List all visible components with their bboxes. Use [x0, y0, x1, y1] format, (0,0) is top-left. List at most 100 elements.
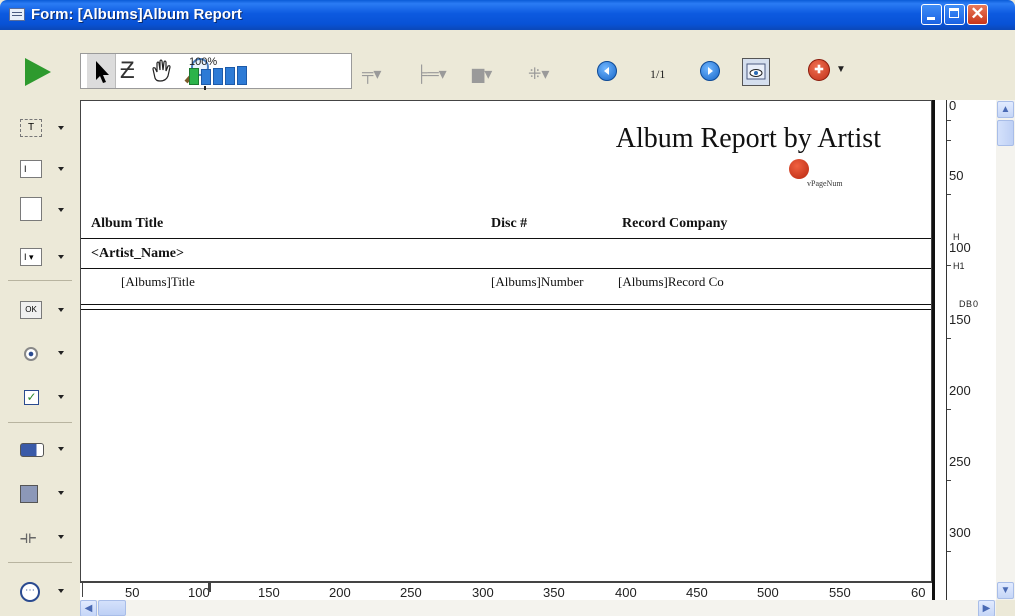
- plugin-tool-icon: ⋯: [20, 582, 40, 602]
- ruler-tick: [947, 140, 951, 141]
- maximize-button[interactable]: [944, 4, 965, 25]
- zoom-step[interactable]: [237, 66, 247, 85]
- plugin-tool-button[interactable]: ⋯: [20, 578, 80, 606]
- ruler-tick: [947, 551, 951, 552]
- previous-page-button[interactable]: [597, 61, 617, 81]
- detail-marker-label[interactable]: D: [959, 299, 966, 309]
- entry-order-icon: Ƶ: [120, 57, 135, 84]
- report-title[interactable]: Album Report by Artist: [616, 123, 881, 155]
- button-tool-button[interactable]: OK: [20, 297, 80, 325]
- checkbox-tool-button[interactable]: ✓: [20, 384, 80, 412]
- horizontal-scrollbar[interactable]: ◀ ▶: [80, 600, 996, 616]
- resize-grip[interactable]: [996, 600, 1015, 616]
- list-tool-button[interactable]: [20, 197, 80, 225]
- right-margin-line[interactable]: [932, 100, 935, 600]
- help-icon[interactable]: ✚: [808, 59, 830, 81]
- vertical-ruler: 0 50 100 150 200 250 300 H H1 D B 0: [946, 100, 997, 600]
- palette-divider: [8, 422, 72, 423]
- page-indicator: 1/1: [650, 67, 666, 81]
- hand-tool-button[interactable]: [147, 54, 177, 88]
- grid-icon[interactable]: ⁜▾: [528, 64, 549, 84]
- field-tool-button[interactable]: I: [20, 156, 80, 184]
- ruler-label: 150: [258, 585, 280, 600]
- radio-tool-button[interactable]: [20, 340, 80, 368]
- combo-tool-button[interactable]: I ▾: [20, 244, 80, 272]
- ruler-label: 60: [911, 585, 926, 600]
- horizontal-ruler: 50 100 150 200 250 300 350 400 450 500 5…: [80, 582, 932, 601]
- minimize-button[interactable]: [921, 4, 942, 25]
- progress-tool-icon: [20, 443, 44, 457]
- rectangle-tool-button[interactable]: [20, 480, 80, 508]
- break-divider[interactable]: [81, 268, 931, 269]
- chevron-down-icon: [58, 351, 64, 355]
- rectangle-tool-icon: [20, 485, 38, 503]
- detail-divider[interactable]: [81, 304, 931, 305]
- pointer-tool-button[interactable]: [87, 54, 116, 88]
- form-design-area[interactable]: Album Report by Artist vPageNum Album Ti…: [80, 100, 932, 582]
- header-marker-label[interactable]: H: [953, 232, 960, 242]
- vertical-scrollbar[interactable]: ▲ ▼: [996, 100, 1015, 600]
- form-window-icon: [9, 8, 25, 21]
- zoom-marker: [204, 86, 206, 90]
- break-marker-label[interactable]: B: [966, 299, 972, 309]
- object-method-icon: [789, 159, 809, 179]
- header-disc[interactable]: Disc #: [491, 216, 527, 232]
- zoom-step[interactable]: [201, 69, 211, 85]
- chevron-down-icon: [58, 447, 64, 451]
- scroll-left-button[interactable]: ◀: [80, 600, 97, 616]
- text-tool-button[interactable]: T: [20, 115, 80, 143]
- ruler-marker[interactable]: [208, 583, 211, 592]
- progress-tool-button[interactable]: [20, 436, 80, 464]
- group-artist-name[interactable]: <Artist_Name>: [91, 246, 184, 262]
- zoom-step[interactable]: [189, 68, 199, 85]
- entry-order-button[interactable]: Ƶ: [117, 54, 143, 88]
- field-album-number[interactable]: [Albums]Number: [491, 274, 583, 290]
- palette-divider: [8, 562, 72, 563]
- header-album-title[interactable]: Album Title: [91, 216, 163, 232]
- vertical-scroll-thumb[interactable]: [997, 120, 1014, 146]
- header-divider[interactable]: [81, 238, 931, 239]
- horizontal-scroll-thumb[interactable]: [98, 600, 126, 616]
- ruler-label: 500: [757, 585, 779, 600]
- zoom-step[interactable]: [225, 67, 235, 85]
- ruler-tick: [947, 409, 951, 410]
- ruler-label: 300: [472, 585, 494, 600]
- field-album-title[interactable]: [Albums]Title: [121, 274, 195, 290]
- run-form-icon[interactable]: [25, 58, 51, 86]
- next-page-button[interactable]: [700, 61, 720, 81]
- close-button[interactable]: ✕: [967, 4, 988, 25]
- ruler-label: 400: [615, 585, 637, 600]
- maximize-icon: [949, 8, 959, 18]
- header1-marker-label[interactable]: H1: [953, 261, 965, 271]
- break0-marker-label[interactable]: 0: [973, 299, 978, 309]
- field-record-company[interactable]: [Albums]Record Co: [618, 274, 724, 290]
- scroll-up-button[interactable]: ▲: [997, 101, 1014, 118]
- ruler-label: 550: [829, 585, 851, 600]
- splitter-tool-button[interactable]: ⟛: [20, 524, 80, 552]
- ruler-label: 0: [949, 100, 957, 113]
- chevron-down-icon[interactable]: ▼: [836, 64, 846, 75]
- ruler-label: 50: [125, 585, 140, 600]
- preview-button[interactable]: [742, 58, 770, 86]
- zoom-step[interactable]: [213, 68, 223, 85]
- footer-divider[interactable]: [81, 309, 931, 310]
- list-tool-icon: [20, 197, 42, 221]
- scroll-right-button[interactable]: ▶: [978, 600, 995, 616]
- hand-scroll-icon: [152, 59, 171, 82]
- align-icon[interactable]: ╤▾: [362, 64, 381, 84]
- page-number-variable[interactable]: vPageNum: [807, 179, 843, 188]
- splitter-tool-icon: ⟛: [20, 527, 37, 547]
- header-record-company[interactable]: Record Company: [622, 216, 727, 232]
- close-icon: ✕: [970, 4, 985, 23]
- distribute-icon[interactable]: ╞═▾: [416, 64, 447, 84]
- title-bar[interactable]: Form: [Albums]Album Report ✕: [0, 0, 1015, 30]
- chevron-down-icon: [58, 395, 64, 399]
- chevron-down-icon: [58, 535, 64, 539]
- scroll-down-button[interactable]: ▼: [997, 582, 1014, 599]
- ruler-label: 450: [686, 585, 708, 600]
- preview-icon: [746, 63, 766, 80]
- button-tool-icon: OK: [20, 301, 42, 319]
- checkbox-tool-icon: ✓: [24, 390, 39, 405]
- ruler-tick: [947, 120, 951, 121]
- level-icon[interactable]: ▆▾: [472, 64, 492, 84]
